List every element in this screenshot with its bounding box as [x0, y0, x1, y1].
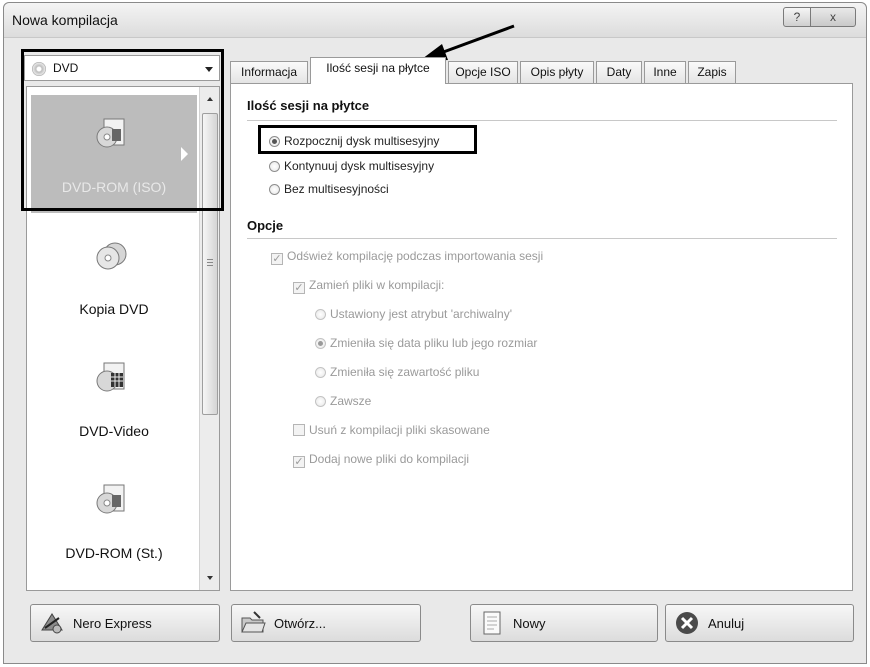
tab-opis-plyty[interactable]: Opis płyty: [520, 61, 594, 83]
checkbox-remove-deleted[interactable]: Usuń z kompilacji pliki skasowane: [293, 423, 490, 437]
radio-button[interactable]: [315, 309, 326, 320]
checkbox-replace-files[interactable]: ✓ Zamień pliki w kompilacji:: [293, 278, 444, 294]
tab-inne[interactable]: Inne: [644, 61, 686, 83]
radio-date-or-size[interactable]: Zmieniła się data pliku lub jego rozmiar: [315, 336, 537, 350]
open-folder-icon: [241, 611, 266, 633]
checkbox-label: Dodaj nowe pliki do kompilacji: [309, 452, 470, 466]
radio-always[interactable]: Zawsze: [315, 394, 371, 408]
grip-icon: [207, 259, 213, 267]
checkbox-refresh-compilation[interactable]: ✓ Odśwież kompilację podczas importowania…: [271, 249, 543, 265]
checkbox-checked-icon[interactable]: ✓: [293, 282, 305, 294]
dvd-video-icon: [96, 362, 125, 392]
section-title-options: Opcje: [247, 218, 284, 233]
checkbox-add-new-files[interactable]: ✓ Dodaj nowe pliki do kompilacji: [293, 452, 469, 468]
open-button[interactable]: Otwórz...: [231, 604, 421, 642]
list-item-label: DVD-Video: [79, 423, 149, 439]
radio-archive-attribute[interactable]: Ustawiony jest atrybut 'archiwalny': [315, 307, 512, 321]
radio-continue-multisession[interactable]: Kontynuuj dysk multisesyjny: [269, 159, 434, 173]
checkbox-label: Usuń z kompilacji pliki skasowane: [309, 423, 490, 437]
tab-informacja[interactable]: Informacja: [230, 61, 308, 83]
radio-no-multisession[interactable]: Bez multisesyjności: [269, 182, 389, 196]
radio-label: Zmieniła się zawartość pliku: [330, 365, 480, 379]
button-label: Nero Express: [73, 616, 152, 631]
disc-copy-icon: [96, 242, 127, 270]
button-label: Nowy: [513, 616, 546, 631]
scroll-down-icon[interactable]: [207, 576, 213, 580]
radio-button-checked[interactable]: [315, 338, 326, 349]
list-item-partial[interactable]: [31, 573, 197, 590]
radio-label: Kontynuuj dysk multisesyjny: [284, 159, 435, 173]
tab-zapis[interactable]: Zapis: [688, 61, 736, 83]
tab-ilosc-sesji[interactable]: Ilość sesji na płytce: [310, 57, 446, 84]
checkbox-checked-icon[interactable]: ✓: [293, 456, 305, 468]
checkbox-label: Odśwież kompilację podczas importowania …: [287, 249, 544, 263]
checkbox-checked-icon[interactable]: ✓: [271, 253, 283, 265]
list-item-label: DVD-ROM (St.): [65, 545, 163, 561]
list-item-dvd-video[interactable]: DVD-Video: [31, 339, 197, 457]
divider: [247, 238, 837, 239]
radio-button[interactable]: [269, 161, 280, 172]
radio-button[interactable]: [269, 184, 280, 195]
window-title: Nowa kompilacja: [12, 12, 118, 28]
divider: [247, 120, 837, 121]
button-label: Anuluj: [708, 616, 745, 631]
cancel-icon: [676, 612, 698, 634]
radio-button[interactable]: [315, 396, 326, 407]
checkbox-unchecked-icon[interactable]: [293, 424, 305, 436]
radio-content-changed[interactable]: Zmieniła się zawartość pliku: [315, 365, 479, 379]
highlight-box-left: [21, 49, 224, 211]
list-item-dvd-rom-standard[interactable]: DVD-ROM (St.): [31, 461, 197, 579]
close-button[interactable]: x: [810, 7, 856, 27]
nero-express-button[interactable]: Nero Express: [30, 604, 220, 642]
radio-label: Zawsze: [330, 394, 372, 408]
section-title-sessions: Ilość sesji na płytce: [247, 98, 370, 113]
list-item-kopia-dvd[interactable]: Kopia DVD: [31, 217, 197, 335]
highlight-box-radio: [258, 125, 477, 154]
list-item-label: Kopia DVD: [79, 301, 149, 317]
new-button[interactable]: Nowy: [470, 604, 658, 642]
radio-label: Zmieniła się data pliku lub jego rozmiar: [330, 336, 538, 350]
help-button[interactable]: ?: [783, 7, 811, 27]
nero-express-icon: [41, 613, 63, 634]
radio-label: Ustawiony jest atrybut 'archiwalny': [330, 307, 512, 321]
dvd-rom-standard-icon: [96, 484, 125, 514]
radio-button[interactable]: [315, 367, 326, 378]
new-document-icon: [483, 611, 501, 635]
radio-label: Bez multisesyjności: [284, 182, 389, 196]
session-tab-panel: Ilość sesji na płytce Rozpocznij dysk mu…: [230, 83, 853, 591]
button-label: Otwórz...: [274, 616, 327, 631]
tab-daty[interactable]: Daty: [596, 61, 642, 83]
cancel-button[interactable]: Anuluj: [665, 604, 854, 642]
checkbox-label: Zamień pliki w kompilacji:: [309, 278, 445, 292]
